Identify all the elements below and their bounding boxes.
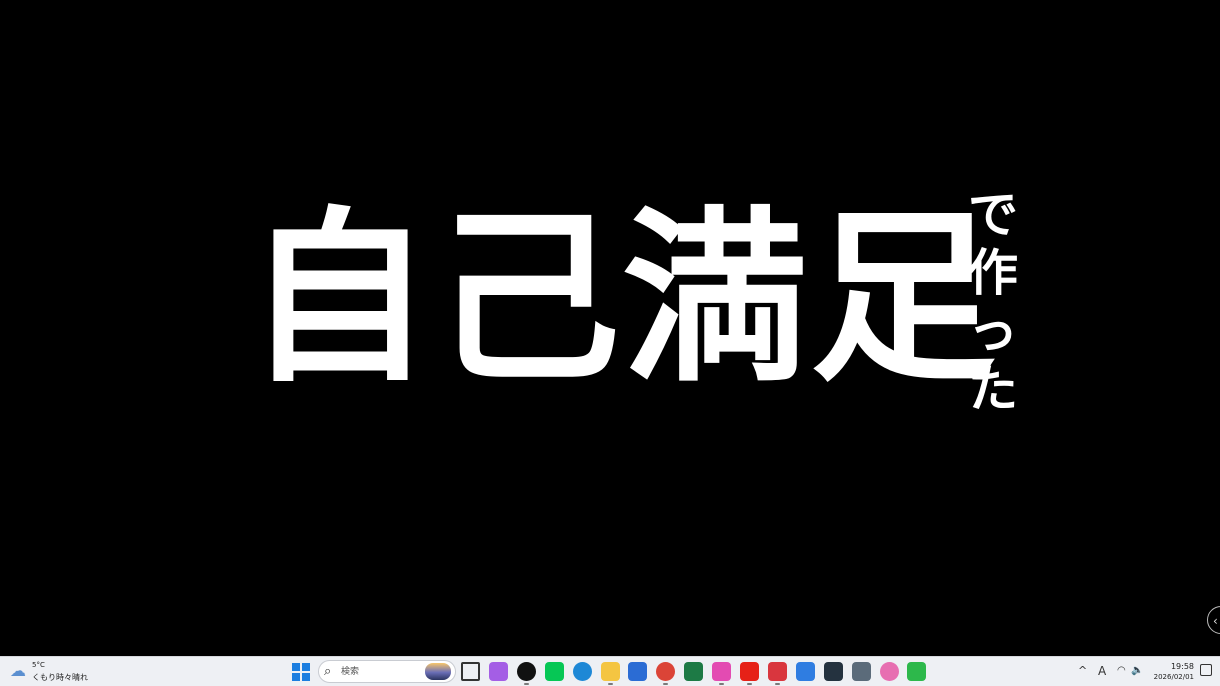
line-icon[interactable] [545,662,564,681]
ime-indicator[interactable]: A [1098,663,1106,679]
browser-app-icon[interactable] [796,662,815,681]
search-label: 検索 [341,667,360,677]
search-highlight-image [425,663,451,680]
partly-cloudy-icon: ☁ [10,661,26,680]
evernote-icon[interactable] [907,662,926,681]
wifi-icon[interactable]: ◠ [1117,663,1126,679]
weather-widget[interactable]: ☁ 5°C くもり時々晴れ [8,660,108,684]
weather-description: くもり時々晴れ [32,673,88,682]
file-explorer-icon[interactable] [601,662,620,685]
chatgpt-icon[interactable] [517,662,536,685]
taskbar-search[interactable]: ⌕ 検索 [318,660,456,683]
side-char: で [968,185,1018,244]
youtube-icon[interactable] [740,662,759,685]
snipping-tool-icon[interactable] [768,662,787,685]
notification-icon[interactable] [1200,664,1212,676]
slide-canvas: 自己満足 で 作 っ た ‹ [0,0,1220,656]
excel-icon[interactable] [684,662,703,681]
slide-title-side: で 作 っ た [964,186,1022,418]
system-clock[interactable]: 19:58 2026/02/01 [1148,661,1194,683]
slide-title-main: 自己満足 [246,188,999,407]
calculator-icon[interactable] [852,662,871,681]
itunes-icon[interactable] [712,662,731,685]
side-char: 作 [968,243,1018,302]
weather-temperature: 5°C [32,661,45,669]
edge-icon[interactable] [573,662,592,681]
speaker-icon[interactable]: 🔈 [1131,663,1143,679]
media-app-icon[interactable] [824,662,843,681]
copilot-icon[interactable] [489,662,508,681]
taskbar: ☁ 5°C くもり時々晴れ ⌕ 検索 ^ A ◠ 🔈 19:58 2026/02… [0,656,1220,686]
tray-overflow-chevron-icon[interactable]: ^ [1078,663,1087,679]
chrome-icon[interactable] [656,662,675,685]
start-button[interactable] [292,663,310,681]
photos-icon[interactable] [880,662,899,681]
search-icon: ⌕ [324,664,332,679]
windows-logo-icon [292,663,300,671]
task-view-icon[interactable] [461,662,480,681]
microsoft-store-icon[interactable] [628,662,647,681]
collapse-handle-icon[interactable]: ‹ [1207,606,1220,634]
clock-date: 2026/02/01 [1153,673,1194,681]
side-char: っ [968,301,1018,360]
side-char: た [968,359,1018,418]
clock-time: 19:58 [1170,662,1194,671]
